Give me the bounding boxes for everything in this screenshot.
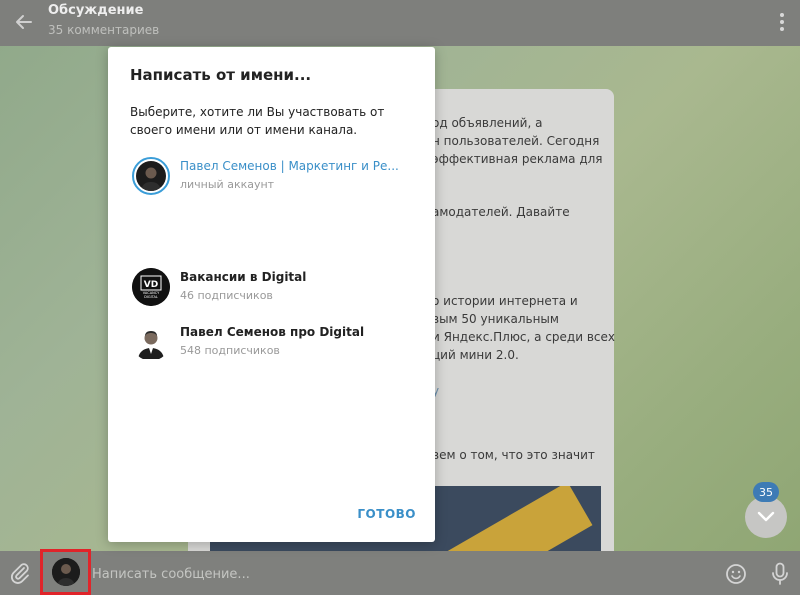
message-line: о истории интернета и — [432, 294, 578, 308]
microphone-button[interactable] — [768, 560, 792, 588]
logo-text: VD — [144, 280, 158, 290]
channel-logo-icon: VD VACANCY DIGITAL — [132, 268, 170, 306]
arrow-left-icon — [16, 15, 32, 29]
chat-header: Обсуждение 35 комментариев — [0, 0, 800, 46]
comments-count: 35 комментариев — [48, 23, 160, 37]
emoji-button[interactable] — [723, 561, 749, 587]
dot-icon — [780, 13, 784, 17]
account-option-channel-digital[interactable]: Павел Семенов про Digital 548 подписчико… — [108, 323, 435, 373]
account-subtitle: 46 подписчиков — [180, 289, 273, 302]
account-name: Павел Семенов | Маркетинг и Ре... — [180, 159, 399, 173]
dialog-description: Выберите, хотите ли Вы участвовать от св… — [130, 105, 385, 137]
back-button[interactable] — [10, 8, 38, 36]
avatar — [132, 323, 170, 361]
avatar — [132, 157, 170, 195]
send-as-button[interactable] — [40, 549, 91, 595]
send-as-dialog: Написать от имени... Выберите, хотите ли… — [108, 47, 435, 542]
message-line: вым 50 уникальным — [432, 312, 559, 326]
more-menu-button[interactable] — [774, 10, 790, 34]
avatar: VD VACANCY DIGITAL — [132, 268, 170, 306]
account-subtitle: личный аккаунт — [180, 178, 275, 191]
dot-icon — [780, 27, 784, 31]
scroll-down-button[interactable] — [745, 496, 787, 538]
smile-icon — [726, 564, 746, 584]
message-line: од объявлений, а — [432, 116, 543, 130]
account-name: Павел Семенов про Digital — [180, 325, 365, 339]
person-avatar-icon — [136, 161, 166, 191]
account-option-personal[interactable]: Павел Семенов | Маркетинг и Ре... личный… — [108, 157, 435, 207]
message-line: эффективная реклама для — [432, 152, 603, 166]
message-line: вем о том, что это значит — [432, 448, 595, 462]
account-subtitle: 548 подписчиков — [180, 344, 280, 357]
message-line: и Яндекс.Плюс, а среди всех — [432, 330, 615, 344]
page-title: Обсуждение — [48, 3, 144, 18]
image-arrow-shape — [437, 486, 593, 556]
chevron-down-icon — [757, 511, 775, 522]
avatar — [51, 558, 80, 586]
unread-badge: 35 — [753, 482, 779, 502]
message-line: н пользователей. Сегодня — [432, 134, 600, 148]
account-option-channel-vacancies[interactable]: VD VACANCY DIGITAL Вакансии в Digital 46… — [108, 268, 435, 318]
microphone-icon — [772, 562, 788, 585]
message-line: ций мини 2.0. — [432, 348, 519, 362]
avatar-image — [136, 161, 166, 191]
dot-icon — [780, 20, 784, 24]
logo-subtext: DIGITAL — [144, 295, 158, 299]
message-input[interactable] — [92, 563, 692, 585]
account-name: Вакансии в Digital — [180, 270, 307, 284]
paperclip-icon — [11, 563, 29, 584]
attach-button[interactable] — [8, 561, 32, 585]
dialog-title: Написать от имени... — [130, 66, 312, 84]
done-button[interactable]: ГОТОВО — [354, 507, 416, 527]
message-line: амодателей. Давайте — [432, 205, 570, 219]
person-avatar-icon — [132, 323, 170, 361]
person-avatar-icon — [51, 558, 80, 586]
